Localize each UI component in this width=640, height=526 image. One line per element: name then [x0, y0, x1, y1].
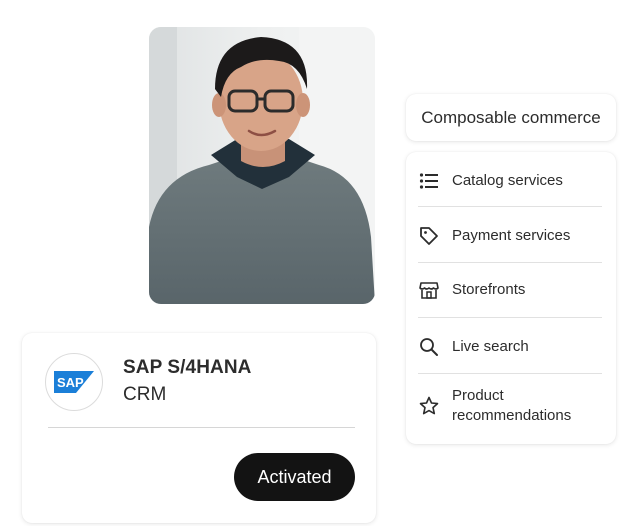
list-item-label: Payment services — [452, 227, 571, 244]
list-item-label: Catalog services — [452, 172, 563, 189]
sap-integration-card: SAP SAP S/4HANA CRM Activated — [22, 333, 376, 523]
composable-services-list: Catalog services Payment services Storef… — [406, 152, 616, 444]
list-item-payment-services[interactable]: Payment services — [418, 225, 602, 247]
list-divider — [418, 262, 602, 263]
star-icon — [418, 395, 440, 417]
composable-commerce-title: Composable commerce — [406, 94, 616, 141]
sap-logo: SAP — [45, 353, 103, 411]
list-item-label: Product recommendations — [452, 386, 571, 426]
storefront-icon — [418, 279, 440, 301]
card-divider — [48, 427, 355, 428]
list-divider — [418, 206, 602, 207]
list-item-product-recommendations[interactable]: Product recommendations — [418, 386, 602, 426]
list-item-label: Storefronts — [452, 281, 526, 298]
list-item-label-line2: recommendations — [452, 407, 572, 424]
search-icon — [418, 336, 440, 358]
list-icon — [418, 170, 440, 192]
list-item-label-line1: Product — [452, 387, 504, 404]
activated-button[interactable]: Activated — [234, 453, 355, 501]
tag-icon — [418, 225, 440, 247]
list-item-catalog-services[interactable]: Catalog services — [418, 170, 602, 192]
list-divider — [418, 317, 602, 318]
list-item-live-search[interactable]: Live search — [418, 336, 602, 358]
person-photo — [149, 27, 375, 304]
list-item-storefronts[interactable]: Storefronts — [418, 279, 602, 301]
person-photo-illustration — [149, 27, 375, 304]
list-item-label: Live search — [452, 338, 529, 355]
integration-subtitle: CRM — [123, 384, 167, 405]
sap-logo-icon: SAP — [54, 371, 94, 393]
svg-text:SAP: SAP — [57, 375, 84, 390]
list-divider — [418, 373, 602, 374]
integration-name: SAP S/4HANA — [123, 357, 252, 378]
